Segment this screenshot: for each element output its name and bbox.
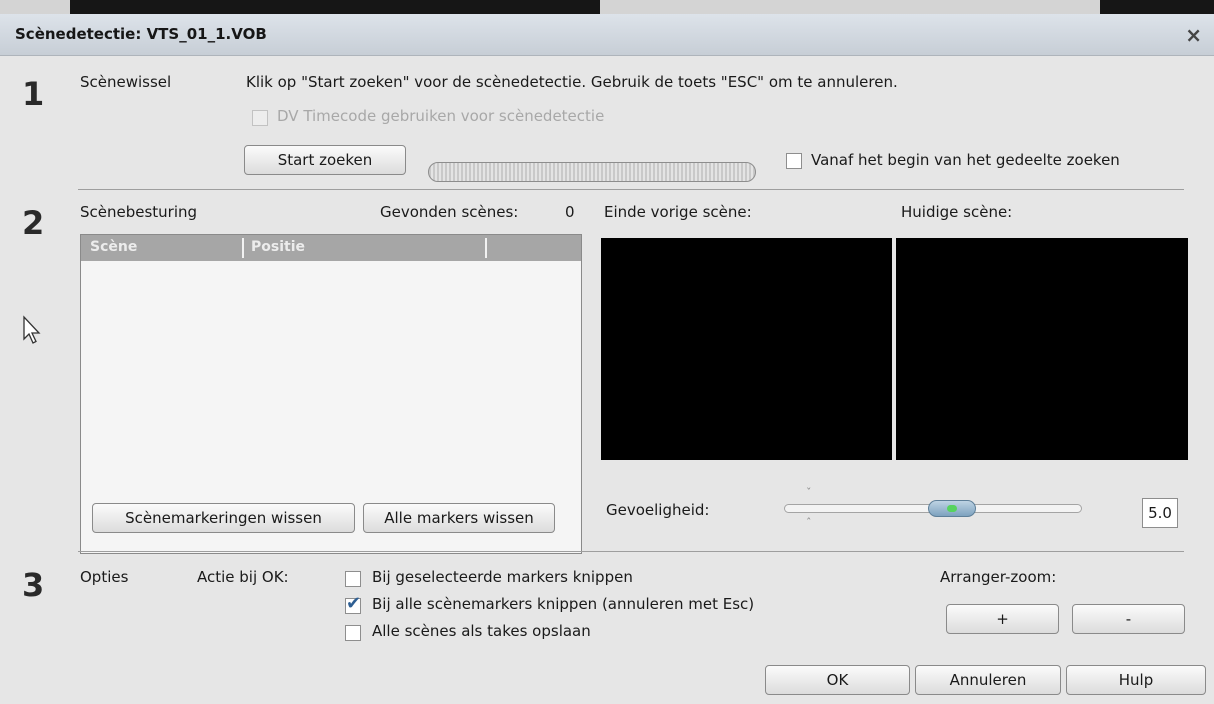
- background-window-strip: [0, 0, 1214, 14]
- scene-detection-dialog: Scènedetectie: VTS_01_1.VOB × 1 Scènewis…: [0, 14, 1214, 704]
- background-dark-area: [1100, 0, 1214, 14]
- zoom-out-button[interactable]: -: [1072, 604, 1185, 634]
- sensitivity-value-field[interactable]: 5.0: [1142, 498, 1178, 528]
- instruction-text: Klik op "Start zoeken" voor de scènedete…: [246, 73, 898, 91]
- dv-timecode-checkbox[interactable]: [252, 110, 268, 126]
- current-scene-preview: [896, 238, 1188, 460]
- option-save-as-takes-label: Alle scènes als takes opslaan: [372, 622, 591, 640]
- close-icon[interactable]: ×: [1185, 23, 1202, 47]
- slider-indicator-dot: [947, 505, 957, 512]
- option-cut-selected-checkbox[interactable]: [345, 571, 361, 587]
- option-cut-selected-label: Bij geselecteerde markers knippen: [372, 568, 633, 586]
- current-scene-label: Huidige scène:: [901, 203, 1013, 221]
- column-divider: [485, 238, 487, 258]
- clear-scene-markers-button[interactable]: Scènemarkeringen wissen: [92, 503, 355, 533]
- arranger-zoom-label: Arranger-zoom:: [940, 568, 1057, 586]
- dialog-title: Scènedetectie: VTS_01_1.VOB: [15, 25, 267, 43]
- section-heading-options: Opties: [80, 568, 129, 586]
- step-number-2: 2: [22, 204, 45, 242]
- search-from-start-checkbox[interactable]: [786, 153, 802, 169]
- found-scenes-count: 0: [565, 203, 575, 221]
- ok-button[interactable]: OK: [765, 665, 910, 695]
- slider-tick-top: ˇ: [806, 486, 812, 499]
- section-heading-scene-control: Scènebesturing: [80, 203, 198, 221]
- sensitivity-slider-handle[interactable]: [928, 500, 976, 517]
- search-from-start-label: Vanaf het begin van het gedeelte zoeken: [811, 151, 1120, 169]
- section-heading-scene-change: Scènewissel: [80, 73, 172, 91]
- scene-list-header: Scène Positie: [81, 235, 581, 261]
- option-save-as-takes-checkbox[interactable]: [345, 625, 361, 641]
- zoom-in-button[interactable]: +: [946, 604, 1059, 634]
- background-dark-area: [70, 0, 600, 14]
- title-bar: Scènedetectie: VTS_01_1.VOB ×: [0, 14, 1214, 56]
- help-button[interactable]: Hulp: [1066, 665, 1206, 695]
- previous-scene-end-label: Einde vorige scène:: [604, 203, 752, 221]
- found-scenes-label: Gevonden scènes:: [380, 203, 519, 221]
- sensitivity-label: Gevoeligheid:: [606, 501, 710, 519]
- dv-timecode-label: DV Timecode gebruiken voor scènedetectie: [277, 107, 605, 125]
- start-search-button[interactable]: Start zoeken: [244, 145, 406, 175]
- slider-tick-bottom: ˆ: [806, 516, 812, 529]
- section-divider: [78, 189, 1184, 190]
- action-on-ok-label: Actie bij OK:: [197, 568, 289, 586]
- search-progress-bar: [428, 162, 756, 182]
- option-cut-all-checkbox[interactable]: ✔: [345, 593, 361, 614]
- clear-all-markers-button[interactable]: Alle markers wissen: [363, 503, 555, 533]
- step-number-1: 1: [22, 75, 45, 113]
- column-header-position[interactable]: Positie: [251, 239, 305, 255]
- column-divider: [242, 238, 244, 258]
- check-mark-icon: ✔: [346, 593, 362, 614]
- scene-list[interactable]: Scène Positie Scènemarkeringen wissen Al…: [80, 234, 582, 554]
- section-divider: [78, 551, 1184, 552]
- mouse-pointer-icon: [23, 315, 41, 344]
- option-cut-all-label: Bij alle scènemarkers knippen (annuleren…: [372, 595, 755, 613]
- step-number-3: 3: [22, 566, 45, 604]
- cancel-button[interactable]: Annuleren: [915, 665, 1061, 695]
- column-header-scene[interactable]: Scène: [90, 239, 137, 255]
- previous-scene-preview: [601, 238, 892, 460]
